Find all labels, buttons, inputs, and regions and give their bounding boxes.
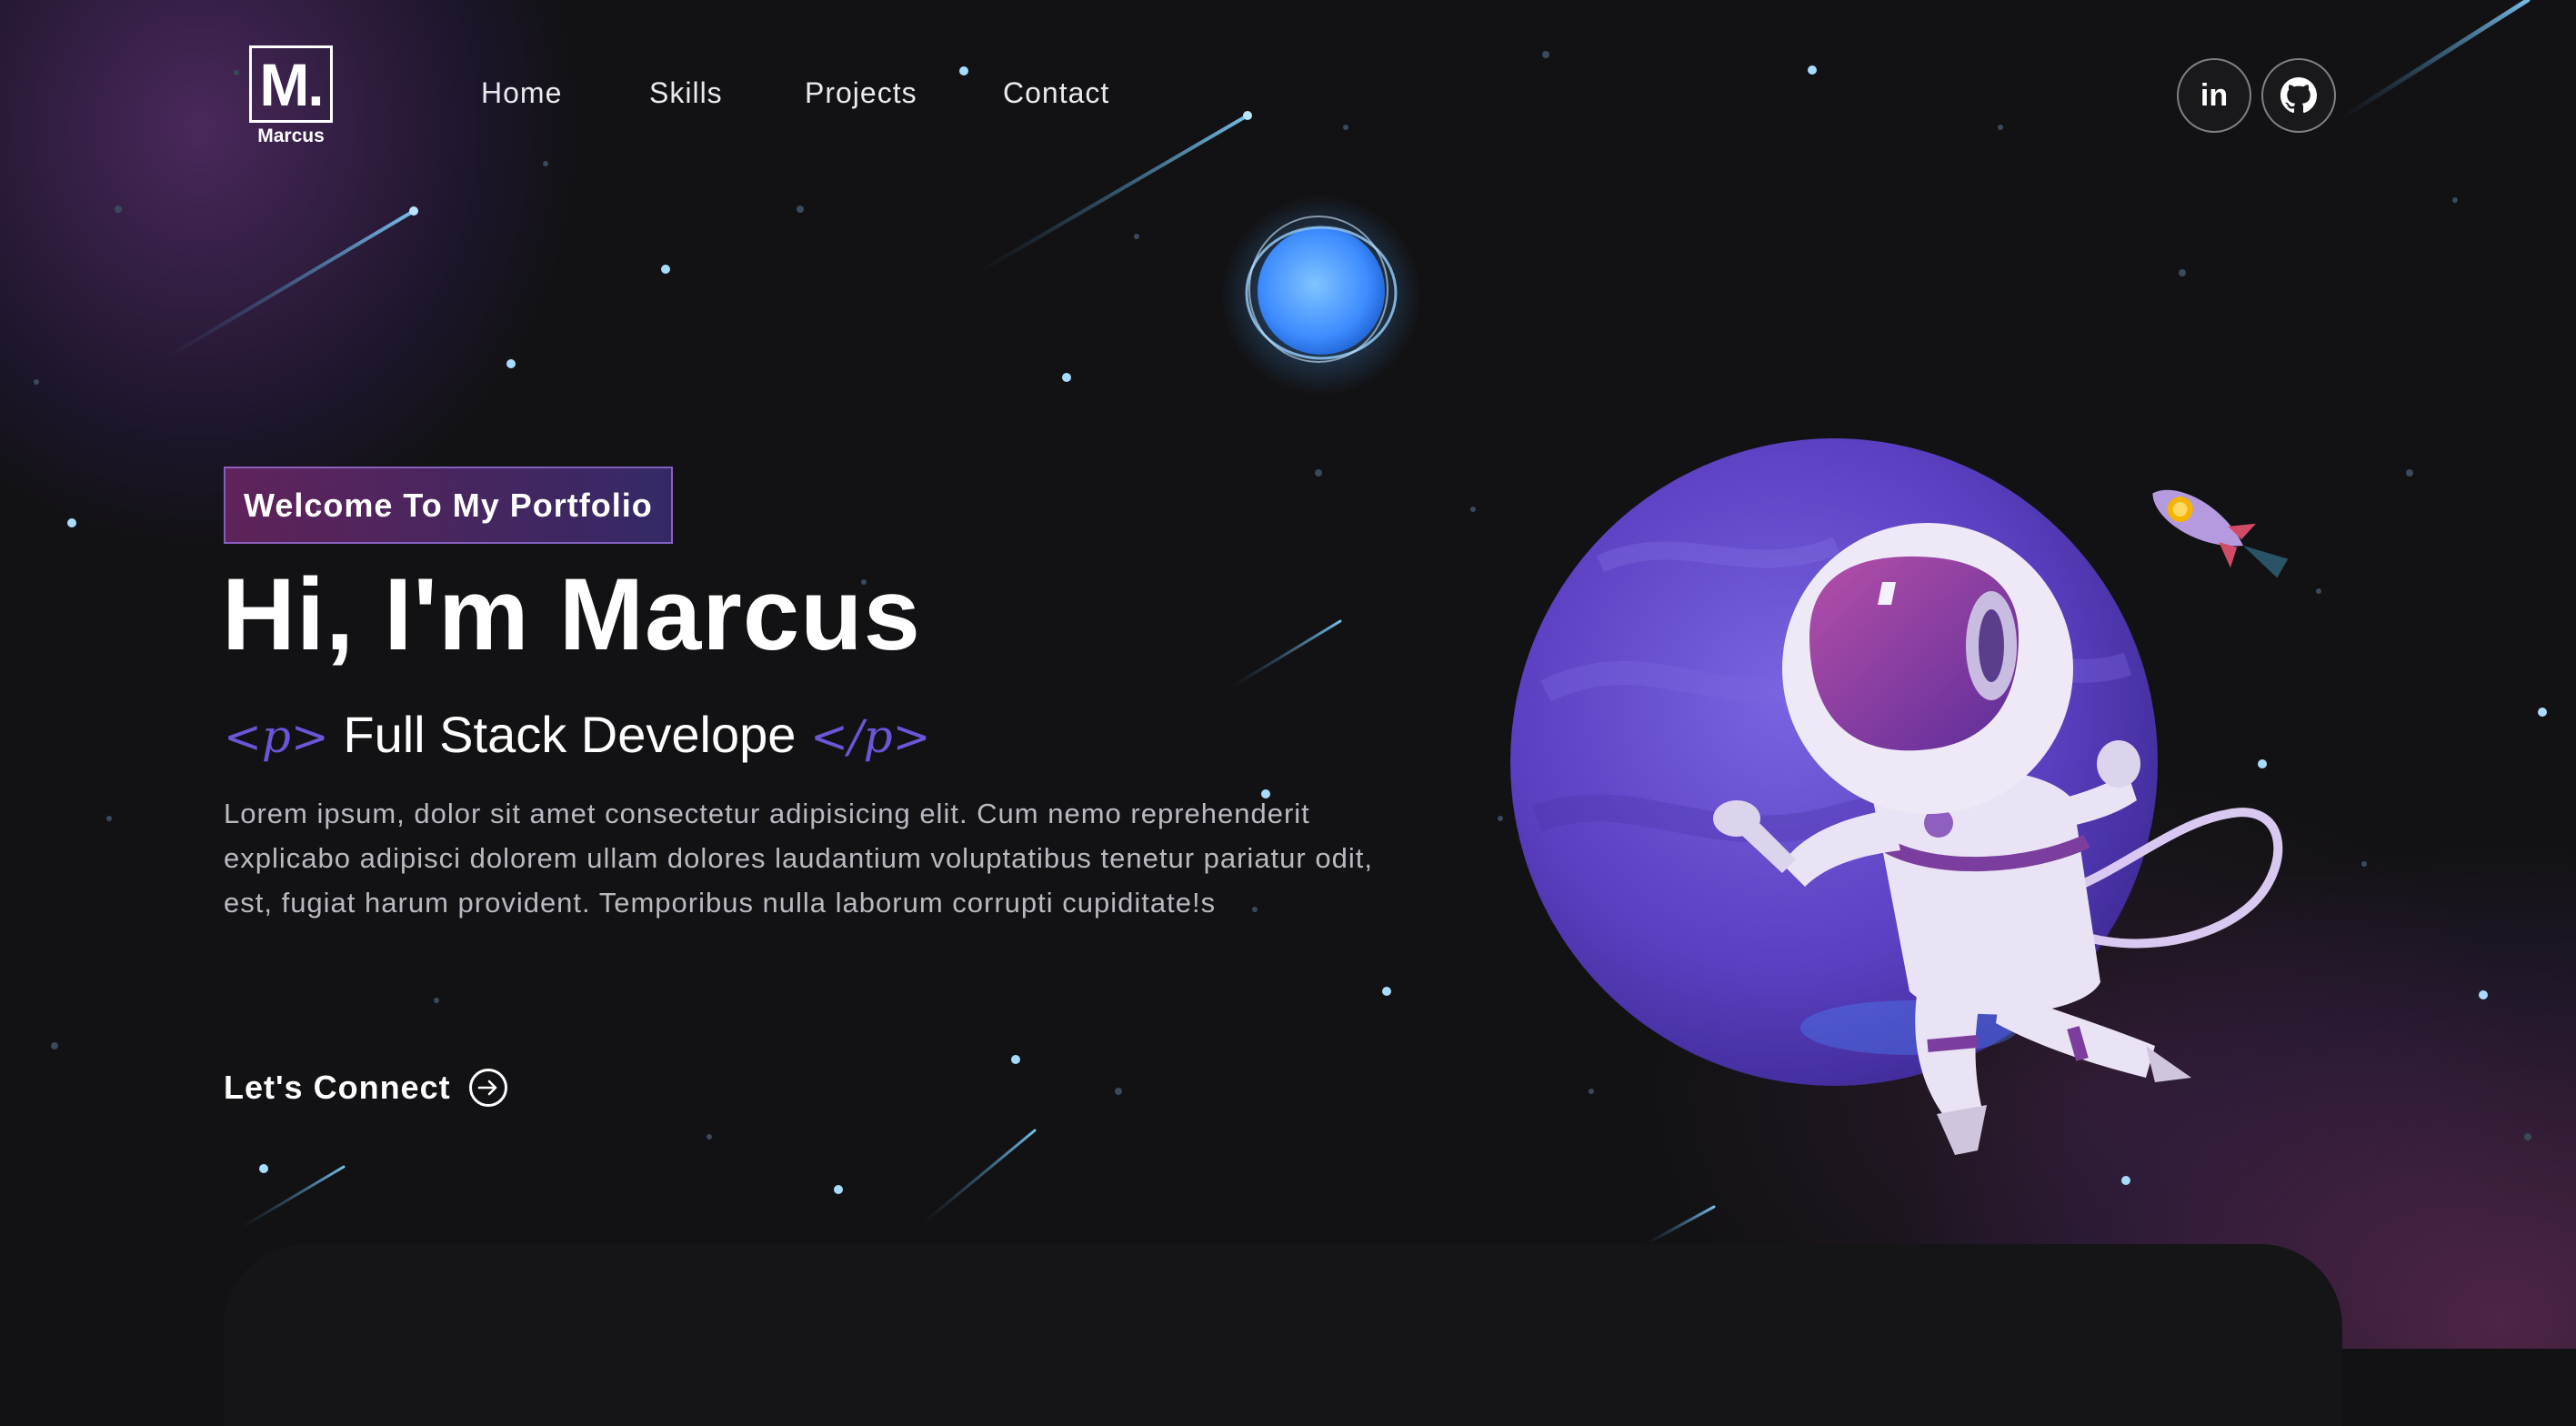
nav-contact[interactable]: Contact: [1003, 76, 1109, 110]
github-button[interactable]: [2261, 58, 2336, 133]
nav-projects[interactable]: Projects: [805, 76, 917, 110]
role-open-tag: <p>: [224, 710, 329, 763]
rocket: [2152, 489, 2289, 578]
arrow-right-circle-icon: [468, 1069, 507, 1107]
lets-connect-label: Let's Connect: [224, 1069, 451, 1106]
nav-home[interactable]: Home: [481, 76, 562, 110]
linkedin-icon: in: [2200, 77, 2229, 113]
role-close-tag: </p>: [809, 710, 931, 763]
nav-skills[interactable]: Skills: [649, 76, 723, 110]
welcome-tagline: Welcome To My Portfolio: [224, 467, 673, 544]
hero-bio: Lorem ipsum, dolor sit amet consectetur …: [224, 798, 1373, 919]
lets-connect-button[interactable]: Let's Connect: [224, 1069, 507, 1107]
logo[interactable]: M.: [249, 45, 333, 123]
logo-letter: M.: [259, 50, 324, 118]
github-icon: [2280, 77, 2317, 114]
hero-role: <p> Full Stack Develope </p>: [224, 709, 931, 760]
linkedin-button[interactable]: in: [2177, 58, 2251, 133]
space-background: [0, 0, 2576, 1349]
blue-planet: [1221, 196, 1421, 396]
logo-name: Marcus: [257, 126, 325, 146]
hero-headline: Hi, I'm Marcus: [222, 557, 921, 671]
starfield: [34, 0, 2547, 1246]
next-section-panel: [224, 1244, 2342, 1426]
role-title: Full Stack Develope: [343, 706, 797, 763]
